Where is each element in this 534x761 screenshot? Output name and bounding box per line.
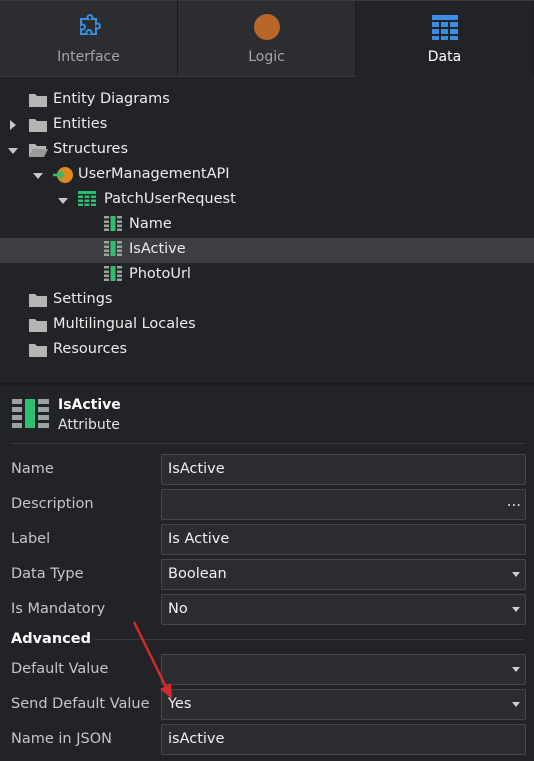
tree-label: PhotoUrl bbox=[129, 266, 191, 282]
prop-row-default-value: Default Value bbox=[0, 654, 534, 685]
tree-item-multilingual-locales[interactable]: Multilingual Locales bbox=[0, 313, 534, 338]
data-tree: Entity Diagrams Entities Structures User… bbox=[0, 88, 534, 363]
name-input[interactable]: IsActive bbox=[161, 454, 526, 485]
more-button[interactable]: ... bbox=[507, 492, 521, 510]
tree-item-entity-diagrams[interactable]: Entity Diagrams bbox=[0, 88, 534, 113]
tab-label-interface: Interface bbox=[57, 49, 120, 65]
data-grid-icon bbox=[431, 15, 458, 40]
tree-label: Entity Diagrams bbox=[53, 91, 170, 107]
tree-item-usermanagementapi[interactable]: UserManagementAPI bbox=[0, 163, 534, 188]
chevron-down-icon bbox=[512, 702, 520, 707]
prop-row-is-mandatory: Is Mandatory No bbox=[0, 594, 534, 625]
tree-item-resources[interactable]: Resources bbox=[0, 338, 534, 363]
advanced-section-title: Advanced bbox=[11, 631, 91, 647]
tree-label: UserManagementAPI bbox=[78, 166, 230, 182]
prop-label: Data Type bbox=[11, 566, 84, 582]
field-value: Is Active bbox=[168, 531, 230, 547]
logic-circle-icon bbox=[253, 14, 280, 40]
tree-item-patchuserrequest[interactable]: PatchUserRequest bbox=[0, 188, 534, 213]
is-mandatory-select[interactable]: No bbox=[161, 594, 526, 625]
prop-row-name-in-json: Name in JSON isActive bbox=[0, 724, 534, 755]
tree-item-attr-photourl[interactable]: PhotoUrl bbox=[0, 263, 534, 288]
tab-data[interactable]: Data bbox=[356, 0, 534, 77]
field-value: isActive bbox=[168, 731, 225, 747]
prop-label: Is Mandatory bbox=[11, 601, 106, 617]
tree-item-entities[interactable]: Entities bbox=[0, 113, 534, 138]
attribute-icon bbox=[104, 216, 122, 231]
puzzle-icon bbox=[79, 14, 101, 35]
tree-label: Name bbox=[129, 216, 172, 232]
field-value: Boolean bbox=[168, 566, 227, 582]
folder-icon bbox=[29, 294, 47, 307]
tree-label: Settings bbox=[53, 291, 113, 307]
divider bbox=[11, 443, 525, 444]
prop-row-label: Label Is Active bbox=[0, 524, 534, 555]
tree-item-attr-name[interactable]: Name bbox=[0, 213, 534, 238]
tab-label-logic: Logic bbox=[248, 49, 285, 65]
folder-icon bbox=[29, 344, 47, 357]
folder-icon bbox=[29, 319, 47, 332]
annotation-arrow-icon bbox=[132, 621, 172, 699]
collapse-arrow-icon[interactable] bbox=[33, 173, 43, 179]
editor-tabs: Interface Logic Data bbox=[0, 0, 534, 77]
name-in-json-input[interactable]: isActive bbox=[161, 724, 526, 755]
prop-row-send-default-value: Send Default Value Yes bbox=[0, 689, 534, 720]
prop-label: Label bbox=[11, 531, 51, 547]
collapse-arrow-icon[interactable] bbox=[58, 198, 68, 204]
collapse-arrow-icon[interactable] bbox=[8, 148, 18, 154]
data-type-select[interactable]: Boolean bbox=[161, 559, 526, 590]
properties-header: IsActive Attribute bbox=[0, 386, 534, 444]
attribute-icon bbox=[104, 241, 122, 256]
prop-label: Default Value bbox=[11, 661, 109, 677]
prop-label: Description bbox=[11, 496, 94, 512]
tree-item-settings[interactable]: Settings bbox=[0, 288, 534, 313]
tree-label: PatchUserRequest bbox=[104, 191, 236, 207]
tree-label: Entities bbox=[53, 116, 108, 132]
expand-arrow-icon[interactable] bbox=[10, 120, 16, 130]
chevron-down-icon bbox=[512, 607, 520, 612]
description-input[interactable]: ... bbox=[161, 489, 526, 520]
tree-item-attr-isactive[interactable]: IsActive bbox=[0, 238, 534, 263]
properties-subtitle: Attribute bbox=[58, 417, 120, 433]
prop-row-name: Name IsActive bbox=[0, 454, 534, 485]
prop-label: Name bbox=[11, 461, 54, 477]
tree-label: IsActive bbox=[129, 241, 186, 257]
prop-row-description: Description ... bbox=[0, 489, 534, 520]
consumed-api-icon bbox=[53, 167, 73, 183]
prop-row-data-type: Data Type Boolean bbox=[0, 559, 534, 590]
folder-icon bbox=[29, 119, 47, 132]
tree-item-structures[interactable]: Structures bbox=[0, 138, 534, 163]
tree-label: Structures bbox=[53, 141, 129, 157]
field-value: IsActive bbox=[168, 461, 225, 477]
properties-title: IsActive bbox=[58, 397, 121, 413]
label-input[interactable]: Is Active bbox=[161, 524, 526, 555]
attribute-large-icon bbox=[12, 399, 49, 428]
chevron-down-icon bbox=[512, 572, 520, 577]
tree-label: Multilingual Locales bbox=[53, 316, 196, 332]
default-value-select[interactable] bbox=[161, 654, 526, 685]
attribute-icon bbox=[104, 266, 122, 281]
tab-logic[interactable]: Logic bbox=[178, 0, 356, 77]
folder-icon bbox=[29, 94, 47, 107]
structure-icon bbox=[78, 191, 96, 206]
tree-label: Resources bbox=[53, 341, 128, 357]
tab-label-data: Data bbox=[427, 49, 462, 65]
open-folder-icon bbox=[29, 144, 48, 157]
send-default-value-select[interactable]: Yes bbox=[161, 689, 526, 720]
prop-label: Name in JSON bbox=[11, 731, 112, 747]
chevron-down-icon bbox=[512, 667, 520, 672]
tab-interface[interactable]: Interface bbox=[0, 0, 178, 77]
